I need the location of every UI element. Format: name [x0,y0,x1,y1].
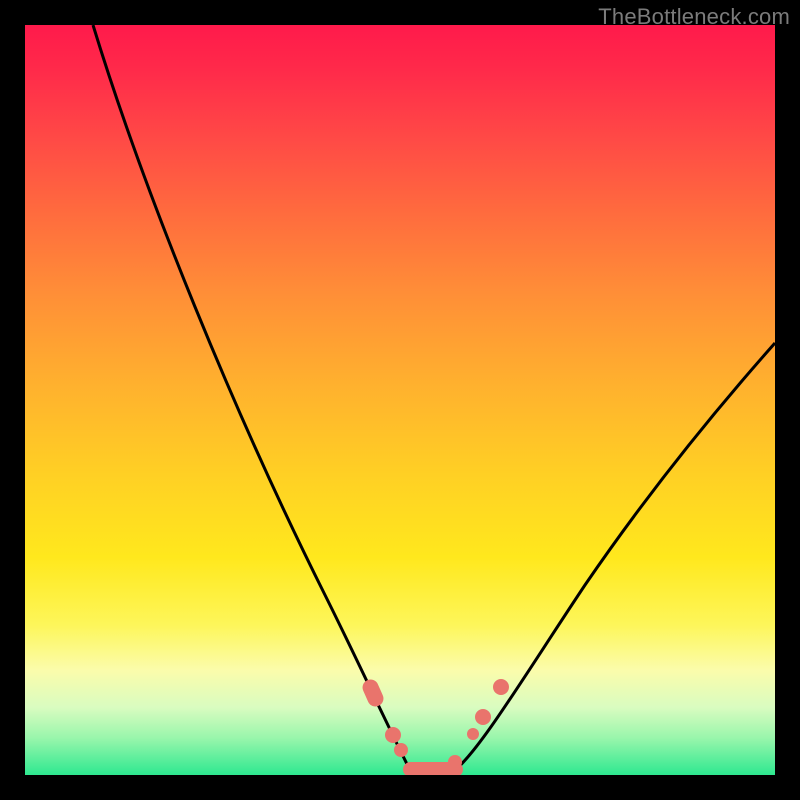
marker-dot [493,679,509,695]
markers [360,677,509,775]
curve-right [455,343,775,770]
marker-dot [475,709,491,725]
curve-left [93,25,410,770]
marker-dot [467,728,479,740]
marker-dot [385,727,401,743]
chart-svg [25,25,775,775]
marker-pill-left [360,677,386,709]
chart-plot-area [25,25,775,775]
marker-dot [448,755,462,769]
watermark-text: TheBottleneck.com [598,4,790,30]
marker-dot [394,743,408,757]
